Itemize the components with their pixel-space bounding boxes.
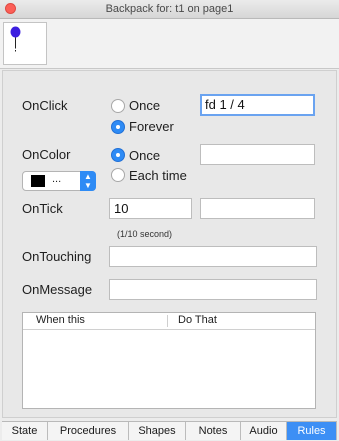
tab-bar: State Procedures Shapes Notes Audio Rule… bbox=[2, 421, 337, 441]
oncolor-once-radio[interactable] bbox=[111, 148, 125, 162]
ontick-code-input[interactable] bbox=[200, 198, 315, 219]
onmessage-code-input[interactable] bbox=[109, 279, 317, 300]
column-header-when-this[interactable]: When this bbox=[36, 314, 85, 326]
onclick-label: OnClick bbox=[22, 98, 68, 113]
color-swatch bbox=[31, 175, 45, 187]
sprite-header bbox=[0, 19, 339, 69]
ontick-unit-note: (1/10 second) bbox=[117, 229, 173, 239]
sprite-thumbnail[interactable] bbox=[3, 22, 47, 65]
oncolor-eachtime-radio[interactable] bbox=[111, 168, 125, 182]
onclick-forever-radio[interactable] bbox=[111, 120, 125, 134]
onclick-code-input[interactable]: fd 1 / 4 bbox=[200, 94, 315, 116]
balloon-turtle-icon bbox=[10, 26, 21, 53]
rules-table-header: When this Do That bbox=[23, 313, 315, 330]
tab-notes[interactable]: Notes bbox=[186, 422, 241, 440]
tab-rules[interactable]: Rules bbox=[287, 422, 337, 440]
color-select[interactable]: ... ▲ ▼ bbox=[22, 171, 96, 191]
onclick-once-label: Once bbox=[129, 98, 161, 113]
ontick-label: OnTick bbox=[22, 201, 63, 216]
oncolor-once-label: Once bbox=[129, 148, 161, 163]
backpack-window: Backpack for: t1 on page1 OnClick Once F… bbox=[0, 0, 339, 440]
title-bar: Backpack for: t1 on page1 bbox=[0, 0, 339, 19]
tab-procedures[interactable]: Procedures bbox=[48, 422, 129, 440]
tab-state[interactable]: State bbox=[2, 422, 48, 440]
tab-audio[interactable]: Audio bbox=[241, 422, 287, 440]
tab-shapes[interactable]: Shapes bbox=[129, 422, 186, 440]
close-button[interactable] bbox=[5, 3, 16, 14]
column-divider bbox=[167, 315, 168, 327]
chevron-updown-icon[interactable]: ▲ ▼ bbox=[80, 171, 96, 191]
window-title: Backpack for: t1 on page1 bbox=[105, 3, 234, 15]
rules-table[interactable]: When this Do That bbox=[22, 312, 316, 409]
ontouching-label: OnTouching bbox=[22, 249, 92, 264]
oncolor-code-input[interactable] bbox=[200, 144, 315, 165]
onclick-forever-label: Forever bbox=[129, 119, 174, 134]
oncolor-label: OnColor bbox=[22, 147, 71, 162]
ontouching-code-input[interactable] bbox=[109, 246, 317, 267]
color-select-value: ... bbox=[52, 173, 62, 185]
column-header-do-that[interactable]: Do That bbox=[178, 314, 217, 326]
ontick-value-input[interactable]: 10 bbox=[109, 198, 192, 219]
onclick-once-radio[interactable] bbox=[111, 99, 125, 113]
onmessage-label: OnMessage bbox=[22, 282, 93, 297]
oncolor-eachtime-label: Each time bbox=[129, 168, 187, 183]
